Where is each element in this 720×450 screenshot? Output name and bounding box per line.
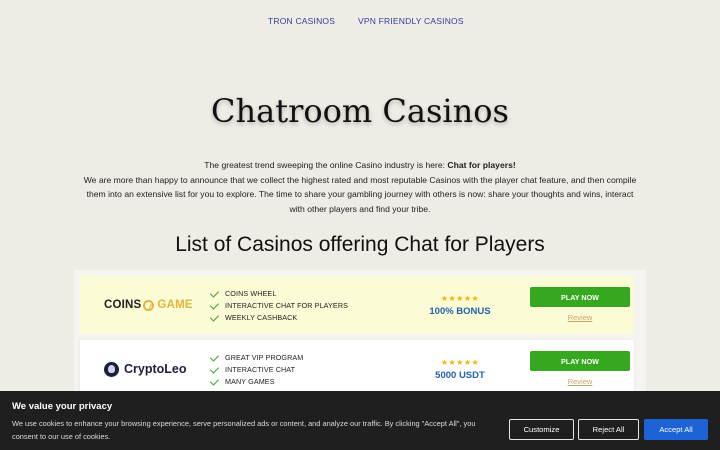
- play-now-button[interactable]: PLAY NOW: [530, 287, 630, 307]
- coins-game-logo[interactable]: COINS GAME: [104, 294, 214, 316]
- nav-link-tron-casinos[interactable]: TRON CASINOS: [268, 16, 335, 26]
- casino-card-cryptoleo: CryptoLeo GREAT VIP PROGRAM INTERACTIVE …: [80, 340, 634, 398]
- check-icon: [209, 351, 220, 362]
- feature-label: INTERACTIVE CHAT FOR PLAYERS: [225, 301, 349, 310]
- cryptoleo-logo-text: CryptoLeo: [124, 362, 187, 376]
- feature-item: GREAT VIP PROGRAM: [209, 351, 304, 364]
- intro-body: We are more than happy to announce that …: [83, 174, 637, 214]
- lion-head-icon: [104, 361, 119, 377]
- top-nav: TRON CASINOS VPN FRIENDLY CASINOS: [0, 16, 720, 30]
- feature-item: WEEKLY CASHBACK: [209, 311, 348, 324]
- feature-item: INTERACTIVE CHAT FOR PLAYERS: [209, 299, 349, 312]
- feature-label: MANY GAMES: [225, 377, 275, 386]
- cookie-consent-banner: We value your privacy We use cookies to …: [0, 391, 720, 450]
- intro-text: The greatest trend sweeping the online C…: [80, 158, 640, 216]
- play-now-button[interactable]: PLAY NOW: [530, 351, 630, 371]
- coins-game-logo-text-a: COINS: [104, 299, 142, 311]
- check-icon: [209, 299, 220, 310]
- accept-all-button[interactable]: Accept All: [644, 419, 708, 440]
- feature-list: GREAT VIP PROGRAM INTERACTIVE CHAT MANY …: [209, 351, 304, 388]
- nav-link-vpn-friendly-casinos[interactable]: VPN FRIENDLY CASINOS: [358, 16, 464, 26]
- feature-label: COINS WHEEL: [225, 289, 277, 298]
- feature-label: GREAT VIP PROGRAM: [225, 353, 304, 362]
- bonus-text: 100% BONUS: [429, 306, 491, 317]
- intro-lead-line: The greatest trend sweeping the online C…: [80, 158, 640, 173]
- bonus-text: 5000 USDT: [435, 370, 485, 381]
- intro-bold: Chat for players!: [447, 160, 516, 170]
- intro-lead: The greatest trend sweeping the online C…: [204, 160, 448, 170]
- feature-list: COINS WHEEL INTERACTIVE CHAT FOR PLAYERS…: [209, 287, 349, 324]
- casino-list: COINS GAME COINS WHEEL INTERACTIVE CHAT …: [74, 270, 646, 410]
- cookie-title: We value your privacy: [12, 401, 113, 412]
- casino-list-heading: List of Casinos offering Chat for Player…: [175, 233, 545, 256]
- feature-item: COINS WHEEL: [209, 287, 348, 300]
- review-link[interactable]: Review: [530, 377, 630, 386]
- casino-card-coins-game: COINS GAME COINS WHEEL INTERACTIVE CHAT …: [80, 276, 634, 334]
- check-icon: [209, 363, 220, 374]
- review-link[interactable]: Review: [530, 313, 630, 322]
- coin-swirl-icon: [143, 299, 155, 311]
- star-rating-icon: ★★★★★: [440, 294, 480, 303]
- feature-label: WEEKLY CASHBACK: [225, 313, 298, 322]
- feature-item: MANY GAMES: [209, 375, 303, 388]
- customize-button[interactable]: Customize: [509, 419, 574, 440]
- cryptoleo-logo[interactable]: CryptoLeo: [104, 358, 214, 380]
- casino-rating: ★★★★★ 5000 USDT: [420, 358, 500, 381]
- page-title: Chatroom Casinos: [211, 92, 509, 130]
- check-icon: [209, 375, 220, 386]
- check-icon: [209, 287, 220, 298]
- reject-all-button[interactable]: Reject All: [578, 419, 639, 440]
- cookie-text: We use cookies to enhance your browsing …: [12, 419, 476, 441]
- casino-rating: ★★★★★ 100% BONUS: [420, 294, 500, 317]
- check-icon: [209, 311, 220, 322]
- feature-item: INTERACTIVE CHAT: [209, 363, 303, 376]
- feature-label: INTERACTIVE CHAT: [225, 365, 296, 374]
- star-rating-icon: ★★★★★: [440, 358, 480, 367]
- coins-game-logo-text-b: GAME: [157, 299, 193, 311]
